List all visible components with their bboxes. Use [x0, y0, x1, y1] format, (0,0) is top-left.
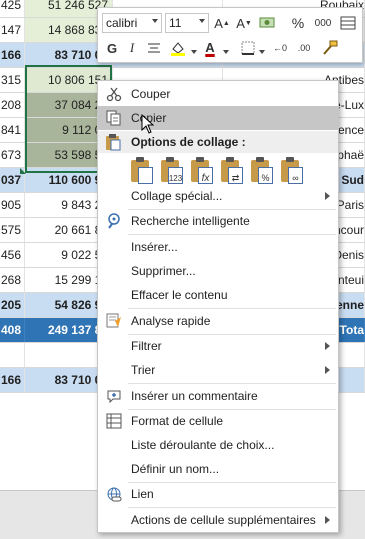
menu-item-label: Format de cellule: [131, 414, 224, 428]
format-painter-icon[interactable]: [320, 38, 340, 58]
menu-item-label: Lien: [131, 487, 154, 501]
chevron-down-icon: [199, 19, 205, 23]
paste-values-badge: 123: [168, 167, 183, 184]
row-number[interactable]: 673: [0, 143, 25, 167]
menu-item-label: Insérer...: [131, 240, 178, 254]
menu-item-analyse[interactable]: Analyse rapide: [98, 309, 338, 333]
menu-item-collage-special[interactable]: Collage spécial...: [98, 184, 338, 208]
align-center-icon[interactable]: [144, 38, 164, 58]
menu-item-liste[interactable]: Liste déroulante de choix...: [98, 433, 338, 457]
row-number[interactable]: 205: [0, 293, 25, 317]
increase-font-icon[interactable]: A ▲: [212, 13, 232, 33]
menu-item-label: Trier: [131, 363, 156, 377]
chevron-right-icon: [325, 192, 330, 200]
menu-item-label: Insérer un commentaire: [131, 389, 258, 403]
percent-style-button[interactable]: %: [288, 13, 308, 33]
paste-options-label: Options de collage :: [131, 135, 246, 149]
chevron-down-icon[interactable]: [259, 50, 265, 54]
format-cells-icon: [105, 412, 123, 430]
paste-link-icon[interactable]: ∞: [278, 157, 304, 185]
menu-item-label: Effacer le contenu: [131, 288, 228, 302]
mini-toolbar: calibri 11 A ▲ A ▼ % 000 G I A ←0 .00: [97, 7, 363, 63]
menu-item-label: Supprimer...: [131, 264, 196, 278]
row-number[interactable]: 166: [0, 368, 25, 392]
paste-icon[interactable]: [128, 157, 154, 185]
format-table-icon[interactable]: [338, 13, 358, 33]
font-size-select[interactable]: 11: [165, 13, 209, 33]
chevron-right-icon: [325, 366, 330, 374]
paste-formulas-icon[interactable]: fx: [188, 157, 214, 185]
link-icon: [105, 485, 123, 503]
menu-item-definir[interactable]: Définir un nom...: [98, 457, 338, 481]
paste-transpose-icon[interactable]: ⇄: [218, 157, 244, 185]
menu-item-label: Filtrer: [131, 339, 162, 353]
menu-item-label: Actions de cellule supplémentaires: [131, 513, 316, 527]
thousands-separator-button[interactable]: 000: [311, 13, 335, 33]
italic-button[interactable]: I: [122, 38, 142, 58]
menu-item-lien[interactable]: Lien: [98, 482, 338, 506]
menu-item-recherche[interactable]: Recherche intelligente: [98, 209, 338, 233]
menu-item-actions[interactable]: Actions de cellule supplémentaires: [98, 508, 338, 532]
quick-analysis-icon: [105, 312, 123, 330]
menu-item-filtrer[interactable]: Filtrer: [98, 334, 338, 358]
font-name-value: calibri: [106, 16, 138, 30]
paste-values-icon[interactable]: 123: [158, 157, 184, 185]
row-number[interactable]: 166: [0, 43, 25, 67]
row-number[interactable]: [0, 343, 25, 367]
menu-item-label: Couper: [131, 87, 171, 101]
chevron-down-icon: [152, 19, 158, 23]
menu-item-couper[interactable]: Couper: [98, 82, 338, 106]
chevron-right-icon: [325, 516, 330, 524]
row-number[interactable]: 456: [0, 243, 25, 267]
increase-decimal-icon[interactable]: ←0: [270, 38, 290, 58]
menu-item-commentaire[interactable]: Insérer un commentaire: [98, 384, 338, 408]
menu-item-label: Analyse rapide: [131, 314, 211, 328]
font-size-value: 11: [169, 16, 182, 30]
new-comment-icon: [105, 387, 123, 405]
chevron-right-icon: [325, 342, 330, 350]
borders-icon[interactable]: [238, 38, 258, 58]
menu-item-effacer[interactable]: Effacer le contenu: [98, 283, 338, 307]
scissors-icon: [105, 85, 123, 103]
chevron-down-icon[interactable]: [191, 50, 197, 54]
menu-item-inserer[interactable]: Insérer...: [98, 235, 338, 259]
fill-handle[interactable]: [20, 168, 26, 174]
smart-lookup-icon: [105, 212, 123, 230]
decrease-font-icon[interactable]: A ▼: [234, 13, 254, 33]
paste-options-header: Options de collage :: [98, 131, 338, 153]
row-number[interactable]: 425: [0, 0, 25, 17]
font-color-button[interactable]: A: [200, 37, 220, 57]
paste-icon: [105, 133, 121, 154]
row-number[interactable]: 841: [0, 118, 25, 142]
menu-item-label: Collage spécial...: [131, 189, 223, 203]
currency-format-icon[interactable]: [258, 13, 278, 33]
row-number[interactable]: 208: [0, 93, 25, 117]
menu-item-format[interactable]: Format de cellule: [98, 409, 338, 433]
menu-item-trier[interactable]: Trier: [98, 358, 338, 382]
fill-color-icon[interactable]: [168, 38, 188, 58]
menu-item-label: Recherche intelligente: [131, 214, 250, 228]
row-number[interactable]: 575: [0, 218, 25, 242]
row-number[interactable]: 147: [0, 18, 25, 42]
context-menu: Couper Copier Options de collage : 123 f…: [97, 80, 339, 533]
row-number[interactable]: 905: [0, 193, 25, 217]
row-number[interactable]: 408: [0, 318, 25, 342]
copy-icon: [105, 109, 123, 127]
menu-item-supprimer[interactable]: Supprimer...: [98, 259, 338, 283]
menu-item-label: Définir un nom...: [131, 462, 220, 476]
bold-button[interactable]: G: [102, 38, 122, 58]
row-number[interactable]: 315: [0, 68, 25, 92]
menu-item-copier[interactable]: Copier: [98, 106, 338, 130]
paste-options-row: 123 fx ⇄ % ∞: [128, 157, 304, 187]
chevron-down-icon[interactable]: [223, 50, 229, 54]
paste-formatting-icon[interactable]: %: [248, 157, 274, 185]
font-name-select[interactable]: calibri: [102, 13, 162, 33]
menu-item-label: Liste déroulante de choix...: [131, 438, 275, 452]
decrease-decimal-icon[interactable]: .00: [294, 38, 314, 58]
row-number[interactable]: 268: [0, 268, 25, 292]
